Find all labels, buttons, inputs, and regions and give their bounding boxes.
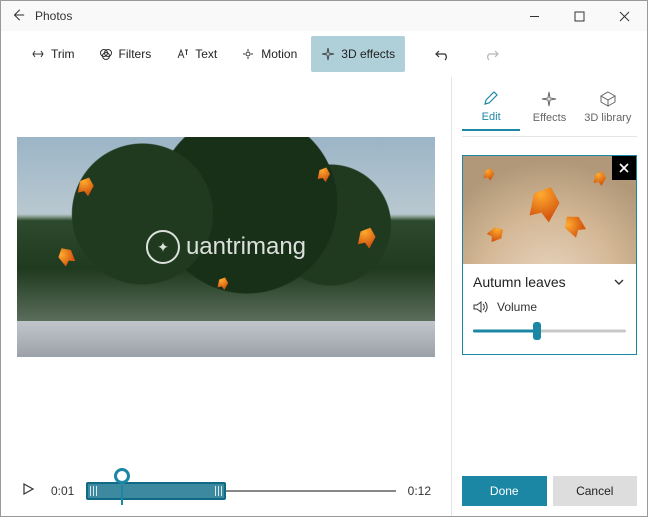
pencil-icon	[482, 89, 500, 107]
effect-thumbnail[interactable]	[463, 156, 636, 264]
tab-effects-label: Effects	[533, 112, 566, 124]
timeline-track[interactable]	[86, 476, 395, 506]
tab-library-label: 3D library	[584, 112, 631, 124]
app-title: Photos	[35, 9, 512, 23]
filters-label: Filters	[119, 47, 152, 61]
effect-title-row[interactable]: Autumn leaves	[473, 274, 626, 290]
panel-footer: Done Cancel	[462, 476, 637, 506]
maximize-button[interactable]	[557, 1, 602, 31]
sparkle-icon	[540, 90, 558, 108]
text-label: Text	[195, 47, 217, 61]
chevron-down-icon	[612, 275, 626, 289]
speaker-icon	[473, 300, 489, 314]
titlebar: Photos	[1, 1, 647, 31]
timeline: 0:01 0:12	[17, 460, 435, 506]
main-area: ✦ uantrimang 0:01 0:12	[1, 77, 647, 516]
time-duration: 0:12	[408, 484, 431, 498]
redo-button[interactable]	[477, 36, 505, 72]
effect-clip[interactable]	[86, 482, 226, 500]
leaf-icon	[481, 166, 496, 181]
side-panel: Edit Effects 3D library	[451, 77, 647, 516]
text-button[interactable]: Text	[165, 36, 227, 72]
preview-road	[17, 321, 435, 357]
back-arrow-icon	[11, 8, 25, 22]
done-button[interactable]: Done	[462, 476, 547, 506]
stage: ✦ uantrimang 0:01 0:12	[1, 77, 451, 516]
cube-icon	[599, 90, 617, 108]
tab-edit[interactable]: Edit	[462, 83, 520, 131]
undo-button[interactable]	[429, 36, 457, 72]
panel-tabs: Edit Effects 3D library	[462, 77, 637, 137]
trim-icon	[31, 47, 45, 61]
toolbar: Trim Filters Text Motion 3D effects	[1, 31, 647, 77]
leaf-icon	[523, 181, 567, 225]
tab-edit-label: Edit	[482, 111, 501, 123]
play-button[interactable]	[21, 482, 39, 500]
remove-effect-button[interactable]	[612, 156, 636, 180]
redo-icon	[483, 47, 499, 61]
effect-name: Autumn leaves	[473, 274, 566, 290]
cancel-button[interactable]: Cancel	[553, 476, 638, 506]
close-button[interactable]	[602, 1, 647, 31]
watermark-text: uantrimang	[186, 233, 306, 261]
trim-label: Trim	[51, 47, 75, 61]
back-button[interactable]	[5, 8, 31, 25]
motion-label: Motion	[261, 47, 297, 61]
leaf-icon	[591, 169, 609, 187]
volume-slider[interactable]	[473, 322, 626, 340]
filters-icon	[99, 47, 113, 61]
leaf-icon	[559, 210, 590, 241]
text-icon	[175, 47, 189, 61]
sparkle-icon	[321, 47, 335, 61]
undo-icon	[435, 47, 451, 61]
video-preview[interactable]: ✦ uantrimang	[17, 137, 435, 357]
volume-row: Volume	[473, 300, 626, 314]
close-icon	[618, 162, 630, 174]
watermark: ✦ uantrimang	[146, 230, 306, 264]
slider-fill	[473, 330, 537, 333]
tab-effects[interactable]: Effects	[520, 84, 578, 130]
leaf-icon	[485, 223, 507, 245]
history-controls	[429, 36, 505, 72]
tab-3d-library[interactable]: 3D library	[579, 84, 637, 130]
filters-button[interactable]: Filters	[89, 36, 162, 72]
volume-label: Volume	[497, 300, 537, 314]
bulb-icon: ✦	[146, 230, 180, 264]
slider-thumb[interactable]	[533, 322, 541, 340]
3d-effects-label: 3D effects	[341, 47, 395, 61]
effect-card-body: Autumn leaves Volume	[463, 264, 636, 354]
time-current: 0:01	[51, 484, 74, 498]
trim-button[interactable]: Trim	[21, 36, 85, 72]
play-icon	[21, 482, 35, 496]
effect-card: Autumn leaves Volume	[462, 155, 637, 355]
minimize-button[interactable]	[512, 1, 557, 31]
3d-effects-button[interactable]: 3D effects	[311, 36, 405, 72]
motion-button[interactable]: Motion	[231, 36, 307, 72]
motion-icon	[241, 47, 255, 61]
